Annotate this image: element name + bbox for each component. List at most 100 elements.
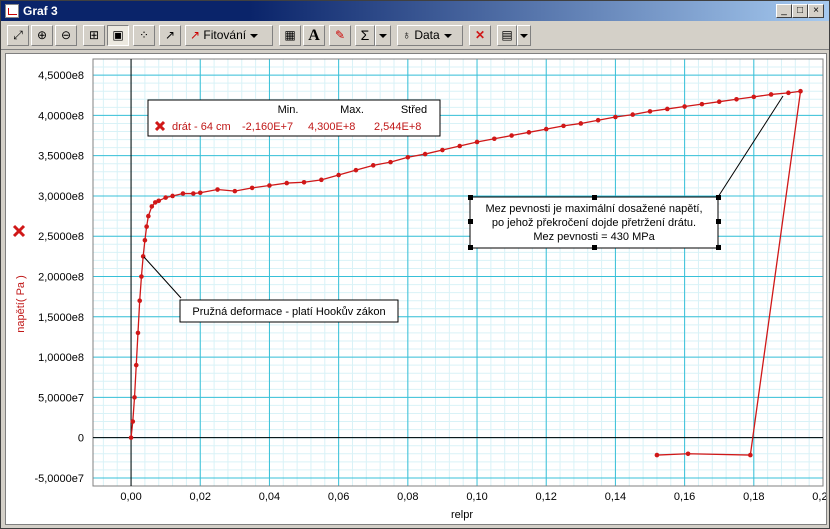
data-point [405,154,411,160]
maximize-button[interactable]: □ [792,4,808,18]
close-button[interactable]: × [808,4,824,18]
x-tick-label: 0,16 [674,491,695,503]
plot-area[interactable]: 0,00 0,02 0,04 0,06 0,08 0,10 0,12 0,14 0,16 0,18… [5,53,830,525]
y-tick-label: 4,5000e8 [38,70,84,82]
calculator-icon[interactable]: ▦ [279,25,301,46]
fit-dropdown-button[interactable]: ↗ Fitování [185,25,273,46]
data-point [543,126,549,132]
strength-annotation-line-1: Mez pevnosti je maximální dosažené napět… [485,203,702,215]
legend-mid-value: 2,544E+8 [374,121,421,133]
strength-annotation[interactable]: Mez pevnosti je maximální dosažené napět… [468,95,784,250]
data-point [232,188,238,194]
data-point [170,193,175,199]
y-tick-label: 5,0000e7 [38,392,84,404]
legend-min-value: -2,160E+7 [242,121,293,133]
data-point [353,167,359,173]
data-point [197,190,203,196]
title-bar: Graf 3 _ □ × [1,1,829,21]
data-point [133,362,139,368]
data-point [422,151,428,157]
legend-max-value: 4,300E+8 [308,121,355,133]
data-point [748,452,753,458]
x-tick-label: 0,20 [812,491,826,503]
legend[interactable]: Min. Max. Střed drát - 64 cm -2,160E+7 4… [147,99,441,137]
zoom-box-icon[interactable]: ⊞ [83,25,105,46]
x-axis-label: relpr [451,509,473,521]
y-tick-label: 2,0000e8 [38,272,84,284]
data-point [149,204,155,209]
grid-options-dropdown-arrow[interactable] [517,25,531,46]
y-tick-label: 3,0000e8 [38,191,84,203]
data-point [578,121,584,126]
data-point [156,198,162,204]
elastic-annotation[interactable]: Pružná deformace - platí Hookův zákon [143,256,399,323]
delete-button[interactable]: ✕ [469,25,491,46]
data-point [786,90,791,96]
data-point [144,224,149,229]
tangent-icon[interactable]: ↗ [159,25,181,46]
data-point [768,92,774,97]
data-point [284,180,290,186]
data-point [163,195,168,200]
x-tick-label: 0,10 [466,491,487,503]
data-point [135,330,141,336]
grid-points-icon[interactable]: ⁘ [133,25,155,46]
data-drop-icon: ♁ [402,28,411,42]
data-point [798,88,803,94]
data-point [595,117,601,123]
x-tick-label: 0,12 [536,491,557,503]
statistics-button[interactable]: Σ [355,25,375,46]
data-point [492,136,497,142]
zoom-in-icon[interactable]: ⊕ [31,25,53,46]
graph-window-icon[interactable] [5,4,19,18]
data-point [751,94,757,100]
y-axis-series-marker [12,224,26,238]
chart-svg[interactable]: 0,00 0,02 0,04 0,06 0,08 0,10 0,12 0,14 0,16 0,18… [6,54,830,524]
x-tick-label: 0,14 [605,491,626,503]
data-point [630,112,636,117]
data-point [509,133,514,138]
y-axis-label: napětí( Pa ) [15,275,27,332]
data-point [685,451,691,457]
autoscale-icon[interactable]: ⤢ [7,25,29,46]
data-point [180,191,186,196]
legend-series-label: drát - 64 cm [172,121,231,133]
x-tick-label: 0,02 [190,491,211,503]
statistics-dropdown-arrow[interactable] [375,25,391,46]
graph-window: Graf 3 _ □ × ⤢ ⊕ ⊖ ⊞ ▣ ⁘ ↗ ↗ Fitování ▦ … [0,0,830,529]
fit-dropdown-label: Fitování [203,28,247,42]
data-point [128,435,134,440]
data-dropdown-button[interactable]: ♁ Data [397,25,463,46]
y-tick-label: 1,5000e8 [38,312,84,324]
y-tick-label: -5,0000e7 [34,473,84,485]
x-tick-label: 0,04 [259,491,280,503]
data-dropdown-label: Data [414,28,440,42]
data-point [130,419,136,424]
minimize-button[interactable]: _ [776,4,792,18]
data-point [734,96,739,102]
data-point [370,163,376,168]
grid-options-icon[interactable]: ▤ [497,25,517,46]
y-tick-label: 1,0000e8 [38,352,84,364]
data-point [132,395,137,400]
series-line-0 [130,90,802,456]
data-point [336,172,341,178]
x-tick-label: 0,00 [120,491,141,503]
data-point [561,123,566,129]
zoom-out-icon[interactable]: ⊖ [55,25,77,46]
toolbar: ⤢ ⊕ ⊖ ⊞ ▣ ⁘ ↗ ↗ Fitování ▦ A ✎ Σ ♁ Data … [1,23,829,50]
data-point [474,139,480,145]
y-tick-label: 3,5000e8 [38,151,84,163]
data-point [146,213,151,219]
data-point [665,106,670,112]
text-tool-button[interactable]: A [303,25,325,46]
x-tick-label: 0,08 [397,491,418,503]
elastic-annotation-text: Pružná deformace - platí Hookův zákon [192,306,385,318]
data-point [249,185,255,191]
legend-header-mid: Střed [401,104,427,116]
series-style-icon[interactable]: ✎ [329,25,351,46]
data-point [215,187,220,192]
data-point [319,177,324,183]
cursor-lock-icon[interactable]: ▣ [107,25,129,46]
y-tick-label: 2,5000e8 [38,231,84,243]
